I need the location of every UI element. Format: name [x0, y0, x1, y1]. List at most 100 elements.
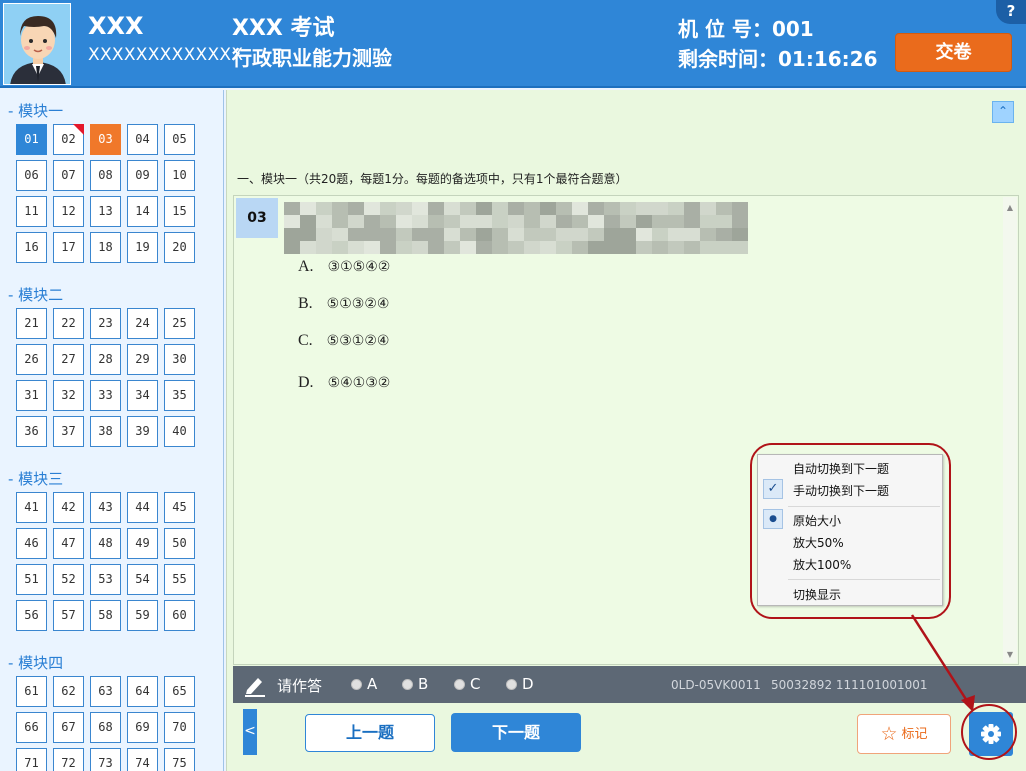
question-button-56[interactable]: 56: [16, 600, 47, 631]
mark-question-button[interactable]: ☆ 标记: [857, 714, 951, 754]
question-button-68[interactable]: 68: [90, 712, 121, 743]
question-button-26[interactable]: 26: [16, 344, 47, 375]
question-button-18[interactable]: 18: [90, 232, 121, 263]
question-button-59[interactable]: 59: [127, 600, 158, 631]
question-button-24[interactable]: 24: [127, 308, 158, 339]
answer-radio-c[interactable]: C: [454, 675, 480, 693]
module-title[interactable]: - 模块二: [8, 284, 63, 305]
question-button-33[interactable]: 33: [90, 380, 121, 411]
question-button-29[interactable]: 29: [127, 344, 158, 375]
question-button-39[interactable]: 39: [127, 416, 158, 447]
module-title[interactable]: - 模块四: [8, 652, 63, 673]
question-button-55[interactable]: 55: [164, 564, 195, 595]
question-button-61[interactable]: 61: [16, 676, 47, 707]
question-button-43[interactable]: 43: [90, 492, 121, 523]
question-button-65[interactable]: 65: [164, 676, 195, 707]
question-button-37[interactable]: 37: [53, 416, 84, 447]
exam-title: XXX 考试: [232, 16, 335, 41]
question-button-40[interactable]: 40: [164, 416, 195, 447]
question-button-01[interactable]: 01: [16, 124, 47, 155]
question-button-30[interactable]: 30: [164, 344, 195, 375]
question-button-32[interactable]: 32: [53, 380, 84, 411]
question-button-67[interactable]: 67: [53, 712, 84, 743]
question-button-02[interactable]: 02: [53, 124, 84, 155]
question-button-74[interactable]: 74: [127, 748, 158, 771]
question-button-14[interactable]: 14: [127, 196, 158, 227]
question-button-52[interactable]: 52: [53, 564, 84, 595]
option-c[interactable]: C. ⑤③①②④: [298, 332, 389, 350]
question-button-60[interactable]: 60: [164, 600, 195, 631]
question-button-27[interactable]: 27: [53, 344, 84, 375]
question-button-15[interactable]: 15: [164, 196, 195, 227]
answer-radio-d[interactable]: D: [506, 675, 534, 693]
question-button-06[interactable]: 06: [16, 160, 47, 191]
question-button-51[interactable]: 51: [16, 564, 47, 595]
vertical-scrollbar[interactable]: ▲ ▼: [1003, 197, 1017, 663]
question-button-13[interactable]: 13: [90, 196, 121, 227]
question-button-36[interactable]: 36: [16, 416, 47, 447]
question-button-48[interactable]: 48: [90, 528, 121, 559]
question-button-10[interactable]: 10: [164, 160, 195, 191]
question-button-03[interactable]: 03: [90, 124, 121, 155]
question-button-73[interactable]: 73: [90, 748, 121, 771]
option-d[interactable]: D. ⑤④①③②: [298, 374, 390, 392]
question-button-70[interactable]: 70: [164, 712, 195, 743]
scroll-up-icon[interactable]: ▲: [1007, 203, 1013, 212]
question-button-57[interactable]: 57: [53, 600, 84, 631]
question-button-07[interactable]: 07: [53, 160, 84, 191]
question-button-08[interactable]: 08: [90, 160, 121, 191]
module-title[interactable]: - 模块三: [8, 468, 63, 489]
blurred-text-cell: [316, 215, 332, 228]
question-button-53[interactable]: 53: [90, 564, 121, 595]
submit-exam-button[interactable]: 交卷: [895, 33, 1012, 72]
question-button-11[interactable]: 11: [16, 196, 47, 227]
question-button-09[interactable]: 09: [127, 160, 158, 191]
question-button-28[interactable]: 28: [90, 344, 121, 375]
question-button-44[interactable]: 44: [127, 492, 158, 523]
previous-question-button[interactable]: 上一题: [305, 714, 435, 752]
question-button-66[interactable]: 66: [16, 712, 47, 743]
question-button-58[interactable]: 58: [90, 600, 121, 631]
question-button-38[interactable]: 38: [90, 416, 121, 447]
question-button-41[interactable]: 41: [16, 492, 47, 523]
question-button-23[interactable]: 23: [90, 308, 121, 339]
question-button-16[interactable]: 16: [16, 232, 47, 263]
question-button-75[interactable]: 75: [164, 748, 195, 771]
question-button-71[interactable]: 71: [16, 748, 47, 771]
question-button-22[interactable]: 22: [53, 308, 84, 339]
question-button-49[interactable]: 49: [127, 528, 158, 559]
question-button-25[interactable]: 25: [164, 308, 195, 339]
question-button-62[interactable]: 62: [53, 676, 84, 707]
question-button-34[interactable]: 34: [127, 380, 158, 411]
question-button-50[interactable]: 50: [164, 528, 195, 559]
question-button-47[interactable]: 47: [53, 528, 84, 559]
question-button-17[interactable]: 17: [53, 232, 84, 263]
question-button-45[interactable]: 45: [164, 492, 195, 523]
blurred-text-cell: [540, 202, 556, 215]
question-button-31[interactable]: 31: [16, 380, 47, 411]
question-button-72[interactable]: 72: [53, 748, 84, 771]
help-icon[interactable]: ?: [996, 0, 1026, 24]
answer-radio-a[interactable]: A: [351, 675, 377, 693]
question-button-19[interactable]: 19: [127, 232, 158, 263]
question-button-35[interactable]: 35: [164, 380, 195, 411]
question-button-54[interactable]: 54: [127, 564, 158, 595]
module-title[interactable]: - 模块一: [8, 100, 63, 121]
option-b[interactable]: B. ⑤①③②④: [298, 295, 389, 313]
question-button-20[interactable]: 20: [164, 232, 195, 263]
question-button-21[interactable]: 21: [16, 308, 47, 339]
question-button-64[interactable]: 64: [127, 676, 158, 707]
question-button-42[interactable]: 42: [53, 492, 84, 523]
question-button-12[interactable]: 12: [53, 196, 84, 227]
question-button-69[interactable]: 69: [127, 712, 158, 743]
scroll-down-icon[interactable]: ▼: [1007, 650, 1013, 659]
option-a[interactable]: A. ③①⑤④②: [298, 258, 390, 276]
question-button-46[interactable]: 46: [16, 528, 47, 559]
answer-radio-b[interactable]: B: [402, 675, 428, 693]
collapse-up-icon[interactable]: ⌃: [992, 101, 1014, 123]
question-button-05[interactable]: 05: [164, 124, 195, 155]
next-question-button[interactable]: 下一题: [451, 713, 581, 752]
chevron-left-icon[interactable]: <: [243, 709, 257, 755]
question-button-04[interactable]: 04: [127, 124, 158, 155]
question-button-63[interactable]: 63: [90, 676, 121, 707]
